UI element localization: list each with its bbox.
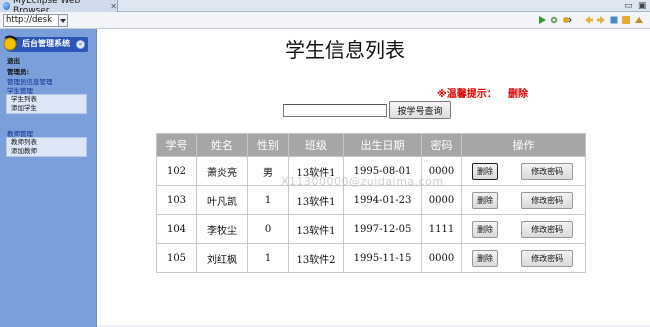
cell-class: 13软件1 bbox=[288, 214, 344, 244]
delete-button[interactable]: 删除 bbox=[472, 162, 498, 180]
teacher-submenu: 教师列表 添加教师 bbox=[6, 137, 87, 157]
sidebar-item-teacher-list[interactable]: 教师列表 bbox=[7, 138, 86, 147]
minimize-icon[interactable]: ▭ bbox=[624, 1, 633, 11]
delete-button[interactable]: 删除 bbox=[472, 249, 498, 267]
globe-icon bbox=[3, 2, 11, 10]
tip-delete-text: 删除 bbox=[508, 89, 528, 100]
table-row: 104 李牧尘 0 13软件1 1997-12-05 1111 删除 修改密码 bbox=[156, 214, 586, 244]
cell-birth-date: 1995-11-15 bbox=[343, 243, 422, 273]
cell-password: 0000 bbox=[421, 156, 462, 186]
header-password: 密码 bbox=[421, 133, 462, 157]
header-name: 姓名 bbox=[196, 133, 248, 157]
cell-name: 刘红枫 bbox=[196, 243, 248, 273]
cell-gender: 0 bbox=[247, 214, 289, 244]
cell-class: 13软件2 bbox=[288, 243, 344, 273]
editor-tab-bar: MyEclipse Web Browser ✕ ▭ ▣ bbox=[0, 0, 650, 16]
cell-actions: 删除 修改密码 bbox=[461, 185, 586, 215]
forward-icon[interactable] bbox=[596, 15, 606, 25]
sidebar-item-add-teacher[interactable]: 添加教师 bbox=[7, 147, 86, 156]
cell-actions: 删除 修改密码 bbox=[461, 214, 586, 244]
url-field[interactable]: http://desk bbox=[3, 14, 59, 27]
table-row: 102 萧炎亮 男 13软件1 1995-08-01 0000 删除 修改密码 bbox=[156, 156, 586, 186]
cell-gender: 男 bbox=[247, 156, 289, 186]
delete-button[interactable]: 删除 bbox=[472, 191, 498, 209]
header-student-id: 学号 bbox=[156, 133, 197, 157]
collapse-icon[interactable]: « bbox=[76, 40, 85, 49]
page-title: 学生信息列表 bbox=[285, 38, 405, 62]
cell-password: 1111 bbox=[421, 214, 462, 244]
url-dropdown-icon[interactable] bbox=[59, 14, 68, 27]
delete-button[interactable]: 删除 bbox=[472, 220, 498, 238]
tab-close-icon[interactable]: ✕ bbox=[110, 2, 117, 11]
cell-password: 0000 bbox=[421, 185, 462, 215]
cell-name: 叶凡凯 bbox=[196, 185, 248, 215]
header-gender: 性别 bbox=[247, 133, 289, 157]
cell-student-id: 103 bbox=[156, 185, 197, 215]
cell-birth-date: 1994-01-23 bbox=[343, 185, 422, 215]
change-password-button[interactable]: 修改密码 bbox=[521, 249, 574, 267]
cell-name: 李牧尘 bbox=[196, 214, 248, 244]
cell-actions: 删除 修改密码 bbox=[461, 243, 586, 273]
cell-student-id: 105 bbox=[156, 243, 197, 273]
cell-class: 13软件1 bbox=[288, 156, 344, 186]
cell-class: 13软件1 bbox=[288, 185, 344, 215]
browser-menu-icon[interactable] bbox=[634, 15, 644, 25]
cell-name: 萧炎亮 bbox=[196, 156, 248, 186]
sidebar-item-add-student[interactable]: 添加学生 bbox=[7, 104, 86, 113]
table-row: 103 叶凡凯 1 13软件1 1994-01-23 0000 删除 修改密码 bbox=[156, 185, 586, 215]
sidebar-header: 后台管理系统 « bbox=[3, 35, 88, 52]
header-birth-date: 出生日期 bbox=[343, 133, 422, 157]
tip-label: ※温馨提示： bbox=[437, 89, 497, 100]
admin-sidebar: 后台管理系统 « 退出 管理员: 管理员信息管理 学生管理 学生列表 添加学生 … bbox=[0, 29, 97, 327]
logout-link[interactable]: 退出 bbox=[7, 55, 20, 65]
sidebar-title: 后台管理系统 bbox=[22, 39, 70, 48]
cell-gender: 1 bbox=[247, 185, 289, 215]
maximize-icon[interactable]: ▣ bbox=[638, 1, 647, 11]
cell-student-id: 102 bbox=[156, 156, 197, 186]
change-password-button[interactable]: 修改密码 bbox=[521, 220, 574, 238]
table-row: 105 刘红枫 1 13软件2 1995-11-15 0000 删除 修改密码 bbox=[156, 243, 586, 273]
refresh-icon[interactable] bbox=[621, 15, 631, 25]
wizard-icon[interactable] bbox=[562, 15, 572, 25]
run-icon[interactable] bbox=[537, 15, 547, 25]
student-id-search-input[interactable] bbox=[283, 104, 387, 117]
settings-icon[interactable] bbox=[549, 15, 559, 25]
back-icon[interactable] bbox=[584, 15, 594, 25]
change-password-button[interactable]: 修改密码 bbox=[521, 191, 574, 209]
change-password-button[interactable]: 修改密码 bbox=[521, 162, 574, 180]
student-table: 学号 姓名 性别 班级 出生日期 密码 操作 102 萧炎亮 男 13软件1 1… bbox=[156, 133, 586, 273]
admin-label: 管理员: bbox=[7, 68, 30, 76]
system-logo-icon bbox=[3, 35, 18, 51]
header-class: 班级 bbox=[288, 133, 344, 157]
header-actions: 操作 bbox=[461, 133, 586, 157]
cell-birth-date: 1997-12-05 bbox=[343, 214, 422, 244]
sidebar-item-student-list[interactable]: 学生列表 bbox=[7, 95, 86, 104]
browser-tab[interactable]: MyEclipse Web Browser ✕ bbox=[0, 0, 118, 16]
search-by-id-button[interactable]: 按学号查询 bbox=[389, 101, 451, 119]
cell-birth-date: 1995-08-01 bbox=[343, 156, 422, 186]
cell-password: 0000 bbox=[421, 243, 462, 273]
browser-toolbar: http://desk bbox=[0, 12, 650, 29]
cell-student-id: 104 bbox=[156, 214, 197, 244]
table-header-row: 学号 姓名 性别 班级 出生日期 密码 操作 bbox=[156, 133, 586, 157]
cell-gender: 1 bbox=[247, 243, 289, 273]
stop-icon[interactable] bbox=[609, 15, 619, 25]
cell-actions: 删除 修改密码 bbox=[461, 156, 586, 186]
student-submenu: 学生列表 添加学生 bbox=[6, 94, 87, 114]
